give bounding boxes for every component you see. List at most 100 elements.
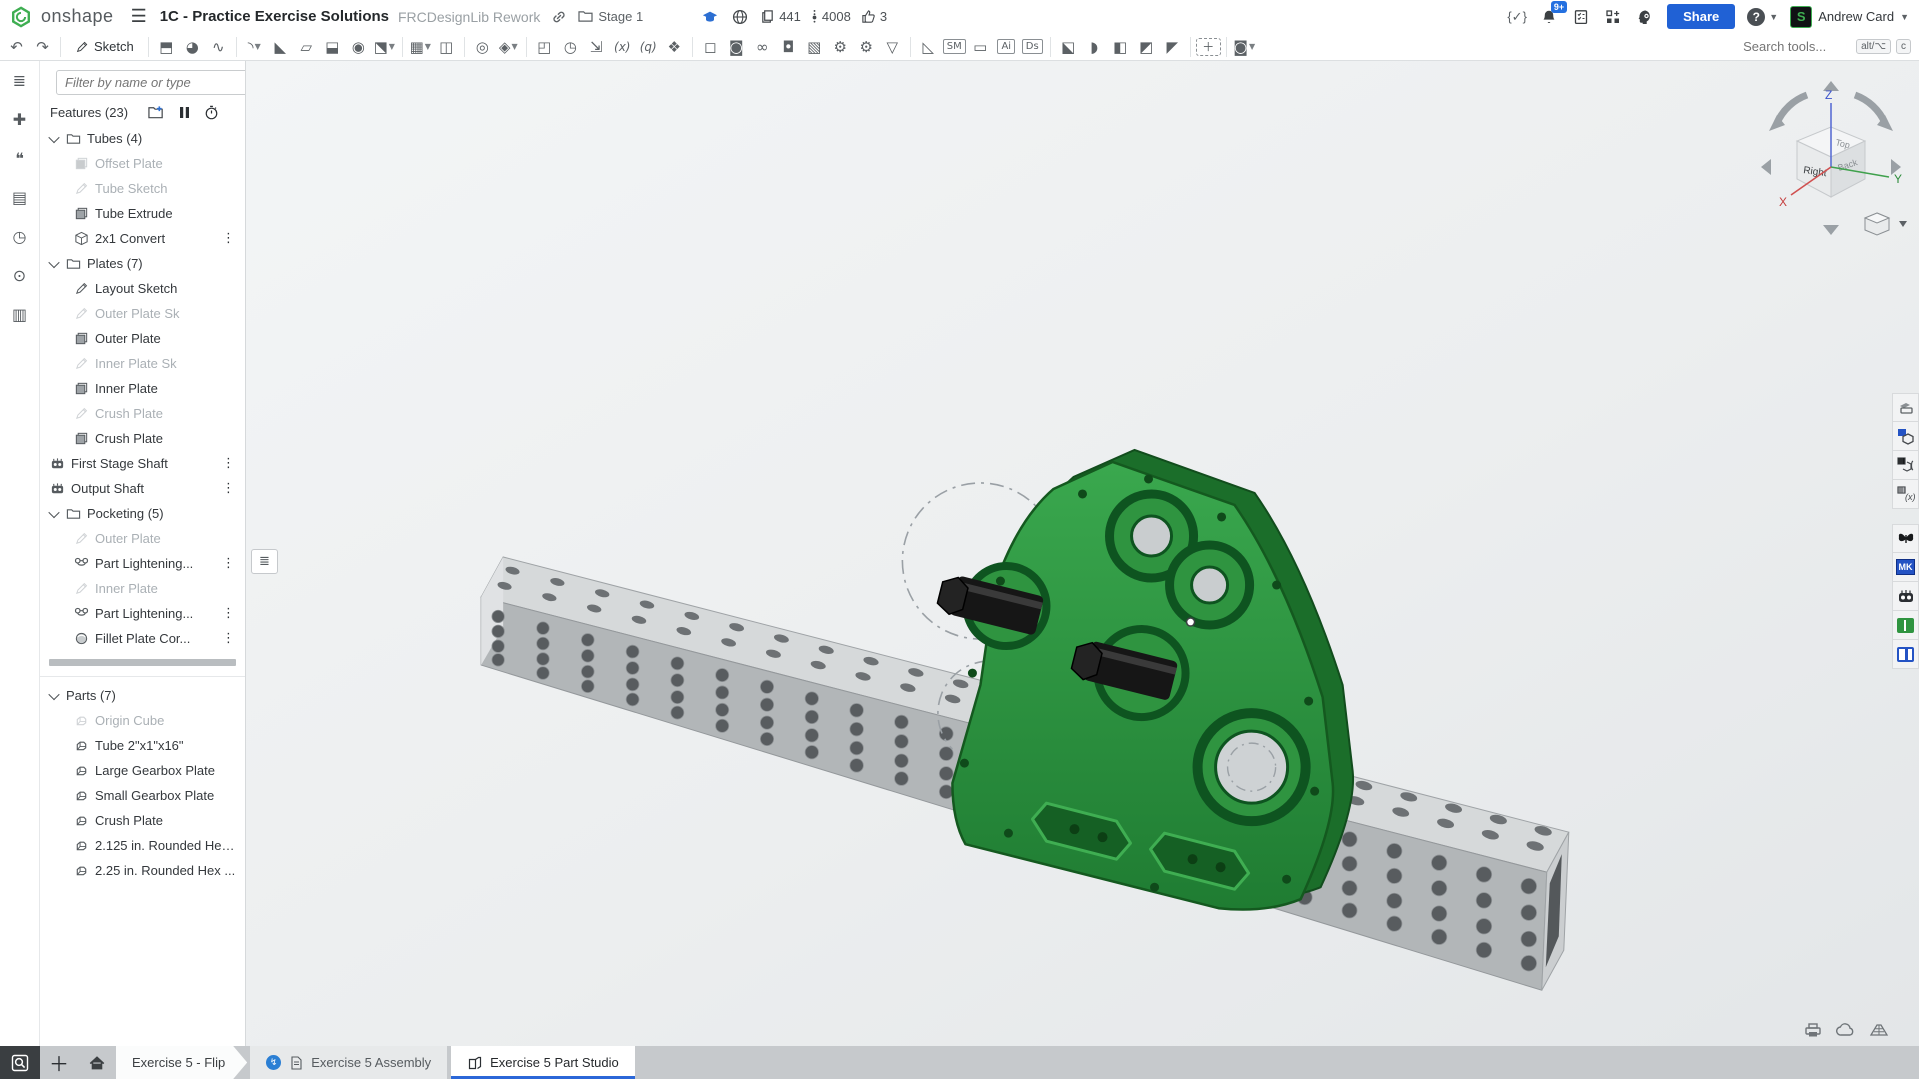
part-row[interactable]: Tube 2"x1"x16" — [40, 733, 245, 758]
filter-funnel-icon[interactable]: ▽ — [880, 35, 905, 58]
feature-row[interactable]: Inner Plate Sk — [40, 351, 245, 376]
feature-row[interactable]: Outer Plate — [40, 526, 245, 551]
insert-target-icon[interactable]: ＋ — [1196, 38, 1221, 56]
versions-brace-icon[interactable]: {✓} — [1507, 7, 1527, 27]
colored-part-icon[interactable]: ▧ — [802, 35, 827, 58]
sm-tab-icon[interactable]: ◧ — [1108, 35, 1133, 58]
linkage-icon[interactable]: ∞ — [750, 35, 775, 58]
chevron-down-icon[interactable] — [48, 131, 59, 142]
revolve-icon[interactable]: ◕ — [180, 35, 205, 58]
row-menu-icon[interactable]: ⋮ — [218, 231, 239, 246]
undo-icon[interactable]: ↶ — [4, 35, 29, 58]
feature-row[interactable]: Outer Plate — [40, 326, 245, 351]
share-button[interactable]: Share — [1667, 4, 1735, 29]
feature-row-folder-plates[interactable]: Plates (7) — [40, 251, 245, 276]
notifications-bell-icon[interactable]: 9+ — [1539, 7, 1559, 27]
custom-robot2-icon[interactable]: ◘ — [776, 35, 801, 58]
likes-stat[interactable]: 3 — [861, 9, 887, 24]
new-tab-button[interactable]: ＋ — [40, 1046, 78, 1079]
link-icon[interactable] — [549, 7, 569, 27]
parts-header-row[interactable]: Parts (7) — [40, 683, 245, 708]
feature-row[interactable]: Inner Plate — [40, 376, 245, 401]
feature-row[interactable]: Part Lightening...⋮ — [40, 551, 245, 576]
tab-exercise-5-assembly[interactable]: ↯ Exercise 5 Assembly — [250, 1046, 447, 1079]
notes-icon[interactable]: ▥ — [9, 303, 31, 325]
mirror-icon[interactable]: ◫ — [434, 35, 459, 58]
ai-badge-icon[interactable]: Ai — [994, 35, 1019, 58]
main-menu-icon[interactable]: ☰ — [127, 6, 151, 27]
new-folder-icon[interactable] — [148, 105, 165, 120]
part-row[interactable]: Origin Cube — [40, 708, 245, 733]
insert-move-icon[interactable]: ✚ — [9, 108, 31, 130]
feature-row[interactable]: Offset Plate — [40, 151, 245, 176]
sm-bend-icon[interactable]: ◗ — [1082, 35, 1107, 58]
arrow-down-icon[interactable] — [1823, 225, 1839, 235]
feature-row[interactable]: Tube Extrude — [40, 201, 245, 226]
part-row[interactable]: Large Gearbox Plate — [40, 758, 245, 783]
sm-flange-icon[interactable]: ◤ — [1160, 35, 1185, 58]
plane-icon[interactable]: ◰ — [532, 35, 557, 58]
feature-row[interactable]: Fillet Plate Cor...⋮ — [40, 626, 245, 651]
onshape-logo-icon[interactable] — [10, 6, 32, 28]
feature-row[interactable]: Inner Plate — [40, 576, 245, 601]
feature-row[interactable]: Output Shaft⋮ — [40, 476, 245, 501]
redo-icon[interactable]: ↷ — [30, 35, 55, 58]
blue-book-icon[interactable] — [1892, 640, 1919, 669]
row-menu-icon[interactable]: ⋮ — [218, 456, 239, 471]
feature-list-panel-icon[interactable]: ≣ — [9, 69, 31, 91]
cloud-icon[interactable] — [1836, 1022, 1856, 1037]
variable-icon[interactable]: (x) — [610, 35, 635, 58]
custom-robot-icon[interactable]: ◙ — [724, 35, 749, 58]
sheet-metal-icon[interactable]: ◺ — [916, 35, 941, 58]
tasks-icon[interactable] — [1571, 7, 1591, 27]
split-icon[interactable]: ◈▼ — [496, 35, 521, 58]
gear-icon[interactable]: ⚙ — [828, 35, 853, 58]
chevron-down-icon[interactable] — [48, 256, 59, 267]
shell-icon[interactable]: ⬓ — [320, 35, 345, 58]
sheet-metal-sm-icon[interactable]: SM — [942, 35, 967, 58]
view-mode-button[interactable] — [1865, 213, 1907, 235]
row-menu-icon[interactable]: ⋮ — [218, 481, 239, 496]
feature-row[interactable]: Tube Sketch — [40, 176, 245, 201]
feature-row[interactable]: 2x1 Convert⋮ — [40, 226, 245, 251]
transform-icon[interactable]: ⇲ — [584, 35, 609, 58]
chevron-down-icon[interactable] — [48, 506, 59, 517]
comments-icon[interactable]: ❝ — [9, 147, 31, 169]
search-tools-input[interactable] — [1741, 38, 1851, 55]
extrude-icon[interactable]: ⬒ — [154, 35, 179, 58]
feature-filter-input[interactable] — [56, 70, 246, 95]
ground-plane-icon[interactable] — [1869, 1022, 1889, 1037]
home-tab-button[interactable] — [78, 1046, 116, 1079]
sweep-icon[interactable]: ∿ — [206, 35, 231, 58]
arrow-left-icon[interactable] — [1761, 159, 1771, 175]
robot-icon[interactable] — [1892, 582, 1919, 611]
draft-icon[interactable]: ▱ — [294, 35, 319, 58]
part-row[interactable]: 2.25 in. Rounded Hex ... — [40, 858, 245, 883]
feature-row-folder-pocketing[interactable]: Pocketing (5) — [40, 501, 245, 526]
search-tools[interactable]: alt/⌥ c — [1741, 38, 1915, 55]
feature-row-folder-tubes[interactable]: Tubes (4) — [40, 126, 245, 151]
workspace-breadcrumb[interactable]: Stage 1 — [578, 9, 643, 24]
part-row[interactable]: 2.125 in. Rounded Hex ... — [40, 833, 245, 858]
cube-variable-icon[interactable]: (x) — [1892, 480, 1919, 509]
user-menu[interactable]: S Andrew Card ▼ — [1790, 6, 1909, 28]
row-menu-icon[interactable]: ⋮ — [218, 606, 239, 621]
butterfly-icon[interactable] — [1892, 524, 1919, 553]
document-title[interactable]: 1C - Practice Exercise Solutions — [160, 8, 389, 25]
help-menu[interactable]: ? ▼ — [1747, 8, 1778, 26]
linear-pattern-icon[interactable]: ▦▼ — [408, 35, 433, 58]
rollback-timer-icon[interactable] — [204, 105, 219, 120]
frame-icon[interactable]: ❖ — [662, 35, 687, 58]
feature-row[interactable]: Layout Sketch — [40, 276, 245, 301]
learning-center-icon[interactable] — [1635, 7, 1655, 27]
variable-studio-icon[interactable]: (q) — [636, 35, 661, 58]
ds-badge-icon[interactable]: Ds — [1020, 35, 1045, 58]
copies-stat[interactable]: 441 — [760, 9, 801, 24]
feature-row[interactable]: First Stage Shaft⋮ — [40, 451, 245, 476]
boolean-icon[interactable]: ◎ — [470, 35, 495, 58]
part-row[interactable]: Small Gearbox Plate — [40, 783, 245, 808]
feature-row[interactable]: Part Lightening...⋮ — [40, 601, 245, 626]
chamfer-icon[interactable]: ◣ — [268, 35, 293, 58]
tab-exercise-5-part-studio[interactable]: Exercise 5 Part Studio — [451, 1046, 635, 1079]
config-cube-icon[interactable] — [1892, 422, 1919, 451]
